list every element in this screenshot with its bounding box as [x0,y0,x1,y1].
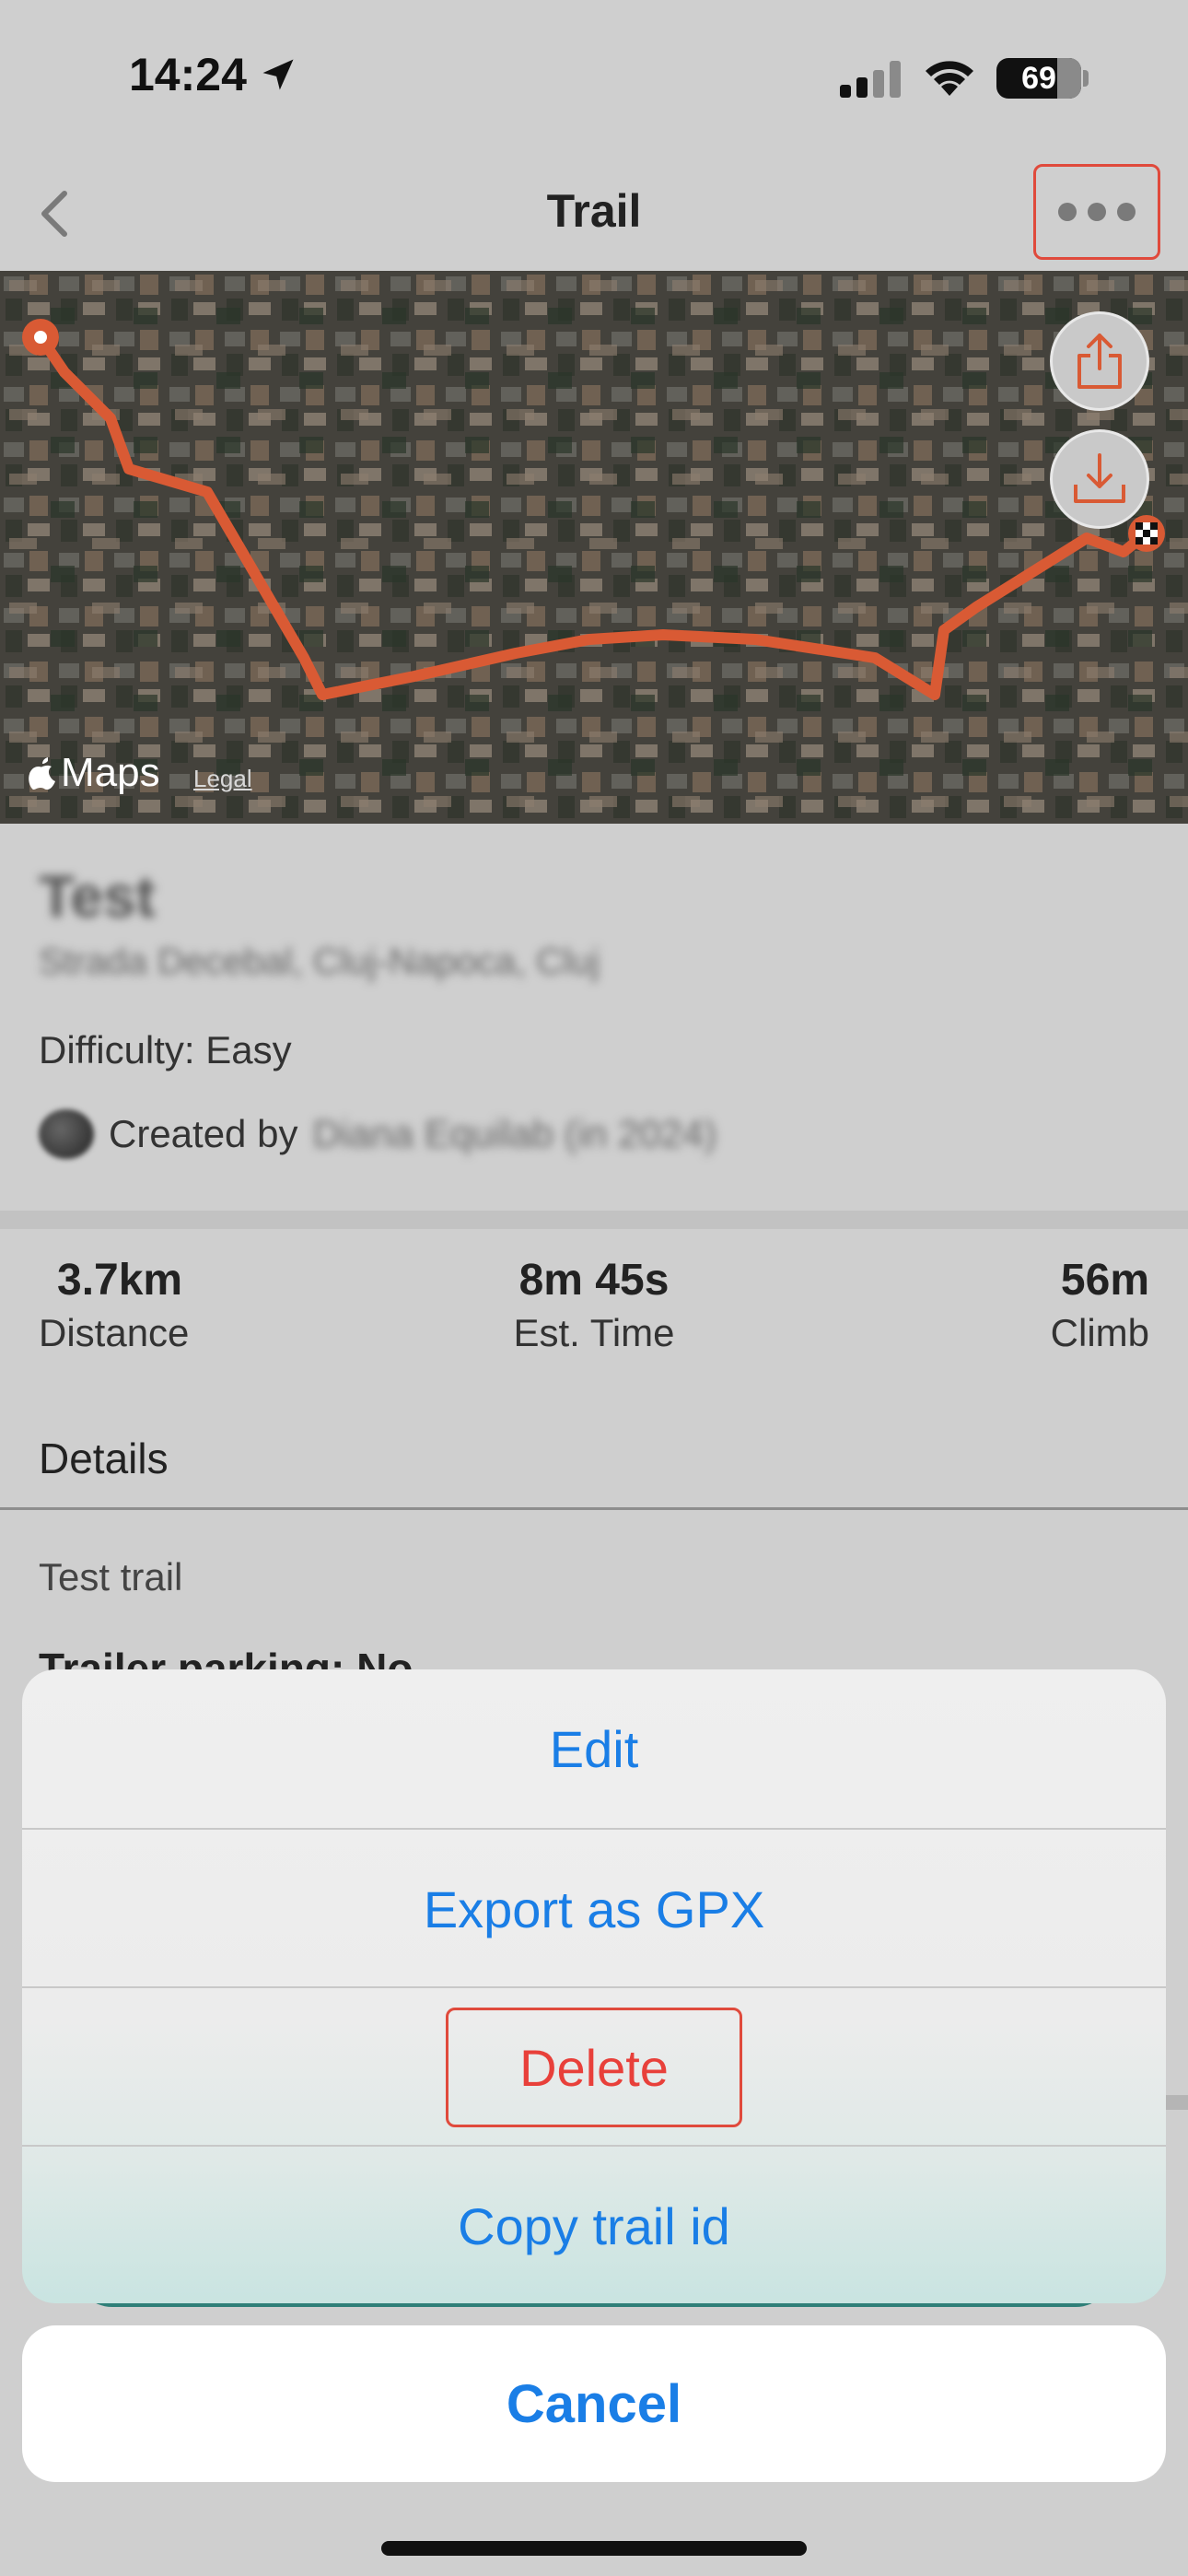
creator-row: Created by Diana Equilab (in 2024) [39,1109,716,1159]
stat-est-time: 8m 45s Est. Time [0,1255,1188,1355]
page-title: Trail [546,185,642,237]
export-gpx-button[interactable]: Export as GPX [22,1830,1166,1988]
map-satellite-image [0,271,1188,824]
action-sheet: Edit Export as GPX Delete Copy trail id [22,1669,1166,2303]
ellipsis-dot [1117,203,1136,221]
avatar [39,1109,94,1159]
copy-trail-id-button[interactable]: Copy trail id [22,2147,1166,2303]
background-divider [1166,2095,1188,2110]
stat-climb: 56m Climb [1051,1255,1149,1355]
location-arrow-icon [262,59,294,90]
maps-attribution: Maps [61,750,160,795]
section-divider [0,1211,1188,1229]
trail-name: Test [39,863,156,930]
trail-address: Strada Decebal, Cluj-Napoca, Cluj [39,942,600,982]
delete-label: Delete [519,2038,669,2097]
battery-tip [1083,70,1089,87]
map-legal-link[interactable]: Legal [193,765,252,793]
trail-difficulty: Difficulty: Easy [39,1028,292,1071]
export-gpx-label: Export as GPX [423,1879,765,1938]
trail-info: Test Strada Decebal, Cluj-Napoca, Cluj D… [0,824,1188,1211]
cancel-label: Cancel [506,2373,682,2434]
status-bar: 14:24 69 [0,0,1188,157]
trail-description: Test trail [39,1555,183,1598]
details-divider [0,1507,1188,1510]
download-button[interactable] [1050,429,1149,529]
battery-level: 69 [1021,60,1056,96]
share-button[interactable] [1050,311,1149,411]
apple-logo-icon [29,757,55,790]
trail-map[interactable]: Maps Legal [0,271,1188,824]
wifi-icon [926,61,973,96]
battery-icon: 69 [996,58,1081,99]
stat-value: 56m [1060,1256,1149,1305]
cellular-signal-icon [840,59,901,98]
ellipsis-dot [1088,203,1106,221]
delete-button[interactable]: Delete [22,1988,1166,2147]
share-icon [1077,334,1122,389]
copy-trail-id-label: Copy trail id [458,2196,730,2255]
status-time-text: 14:24 [129,49,247,100]
stat-label: Climb [1050,1311,1149,1354]
ellipsis-icon [1058,203,1077,221]
edit-label: Edit [549,1719,639,1778]
creator-name: Diana Equilab (in 2024) [312,1112,717,1155]
cancel-button[interactable]: Cancel [22,2325,1166,2482]
stat-label: Est. Time [513,1311,675,1354]
status-time: 14:24 [129,48,298,101]
details-header: Details [39,1434,169,1482]
stat-value: 8m 45s [518,1256,670,1305]
more-options-button[interactable] [1033,164,1160,260]
download-icon [1074,453,1125,503]
edit-button[interactable]: Edit [22,1669,1166,1828]
apple-maps-logo: Maps [28,750,160,796]
trail-stats: 3.7km Distance 8m 45s Est. Time 56m Clim… [0,1229,1188,1395]
delete-highlight[interactable]: Delete [446,2008,742,2127]
navigation-bar: Trail [0,157,1188,271]
created-by-label: Created by [109,1112,298,1155]
home-indicator [381,2541,807,2556]
